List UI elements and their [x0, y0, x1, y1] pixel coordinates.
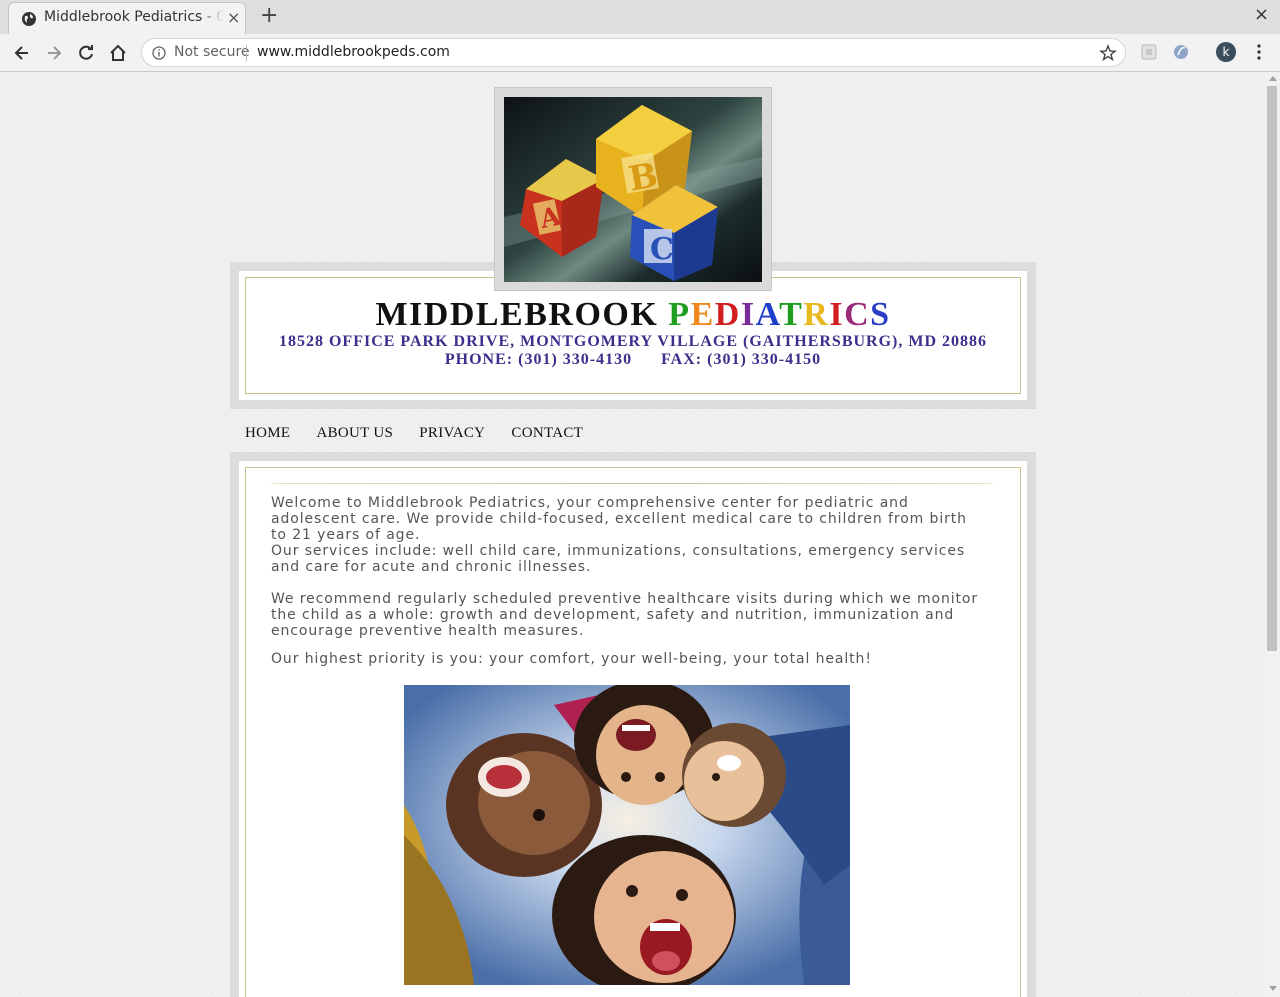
scroll-down-arrow-icon[interactable]: [1269, 986, 1277, 991]
content-divider: [271, 483, 993, 484]
title-letter: A: [755, 296, 780, 333]
browser-tab[interactable]: Middlebrook Pediatrics - G ×: [8, 2, 246, 34]
main-navigation: HOME ABOUT US PRIVACY CONTACT: [245, 422, 604, 442]
title-letter: C: [844, 296, 871, 333]
back-icon[interactable]: [12, 43, 32, 63]
menu-icon[interactable]: [1250, 43, 1268, 61]
services-paragraph: Our services include: well child care, i…: [271, 543, 966, 575]
star-icon[interactable]: [1099, 44, 1117, 62]
title-letter: T: [779, 296, 804, 333]
title-letter: R: [803, 296, 830, 333]
abc-blocks-image: A B C: [504, 97, 762, 282]
tab-strip: Middlebrook Pediatrics - G × + ×: [0, 0, 1280, 34]
title-letter: I: [740, 296, 756, 333]
nav-about-link[interactable]: ABOUT US: [316, 425, 393, 442]
security-label[interactable]: Not secure: [174, 44, 250, 60]
nav-home-link[interactable]: HOME: [245, 425, 290, 442]
address-bar[interactable]: Not secure www.middlebrookpeds.com: [141, 38, 1126, 67]
children-photo: [404, 685, 850, 985]
site-title: MIDDLEBROOK PEDIATRICS: [230, 296, 1036, 334]
new-tab-button[interactable]: +: [260, 4, 278, 28]
contact-numbers: PHONE: (301) 330-4130 FAX: (301) 330-415…: [230, 351, 1036, 369]
omnibox-divider: [246, 45, 247, 61]
nav-contact-link[interactable]: CONTACT: [511, 425, 583, 442]
home-icon[interactable]: [108, 43, 128, 63]
welcome-paragraph: Welcome to Middlebrook Pediatrics, your …: [271, 495, 967, 543]
nav-privacy-link[interactable]: PRIVACY: [419, 425, 485, 442]
forward-icon[interactable]: [44, 43, 64, 63]
phone-number: PHONE: (301) 330-4130: [444, 351, 633, 368]
browser-toolbar: Not secure www.middlebrookpeds.com k: [0, 34, 1280, 72]
tab-title: Middlebrook Pediatrics - G: [44, 9, 224, 25]
title-letter: S: [870, 296, 891, 333]
priority-paragraph: Our highest priority is you: your comfor…: [271, 651, 872, 667]
preventive-care-paragraph: We recommend regularly scheduled prevent…: [271, 591, 979, 639]
scroll-up-arrow-icon[interactable]: [1269, 76, 1277, 81]
scrollbar-thumb[interactable]: [1267, 86, 1277, 651]
page-viewport: A B C MIDDLEBROOK PEDIATRICS 18528 OFFIC…: [0, 72, 1265, 997]
title-letter: D: [714, 296, 741, 333]
title-letter: I: [829, 296, 845, 333]
fax-number: FAX: (301) 330-4150: [661, 351, 822, 368]
title-letter: P: [668, 296, 691, 333]
globe-icon: [22, 12, 36, 26]
url-text[interactable]: www.middlebrookpeds.com: [257, 44, 450, 60]
info-icon[interactable]: [152, 46, 166, 60]
tab-close-icon[interactable]: ×: [227, 9, 240, 27]
profile-avatar[interactable]: k: [1216, 42, 1236, 62]
practice-address: 18528 OFFICE PARK DRIVE, MONTGOMERY VILL…: [278, 333, 988, 350]
svg-text:C: C: [650, 232, 674, 267]
site-title-main: MIDDLEBROOK: [375, 296, 659, 333]
extension-icon[interactable]: [1140, 43, 1158, 61]
extension-icon[interactable]: [1172, 43, 1190, 61]
reload-icon[interactable]: [76, 43, 96, 63]
title-letter: E: [690, 296, 715, 333]
logo-frame: A B C: [494, 87, 772, 291]
vertical-scrollbar[interactable]: [1265, 72, 1280, 997]
window-close-button[interactable]: ×: [1254, 5, 1269, 25]
site-title-colored: PEDIATRICS: [668, 296, 890, 333]
